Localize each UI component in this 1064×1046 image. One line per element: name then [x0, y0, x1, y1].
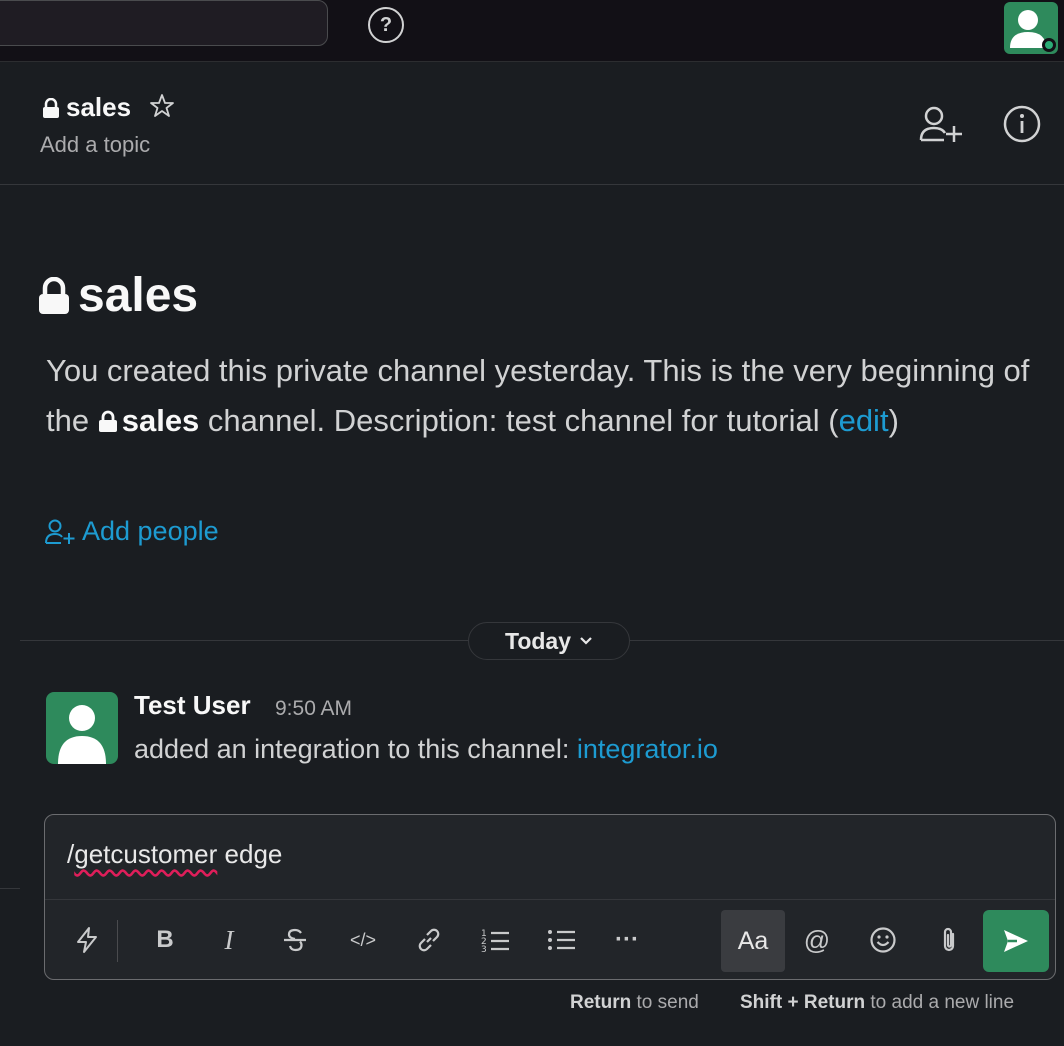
message-avatar[interactable]	[46, 692, 118, 764]
strikethrough-button[interactable]	[273, 918, 317, 962]
link-button[interactable]	[407, 918, 451, 962]
day-divider-line	[20, 640, 470, 641]
lock-icon	[43, 97, 59, 118]
send-hint: Return to send	[570, 992, 699, 1014]
channel-description: You created this private channel yesterd…	[46, 346, 1036, 446]
emoji-icon	[870, 927, 896, 953]
paperclip-icon	[943, 927, 955, 952]
channel-name: sales	[66, 92, 132, 122]
ordered-list-icon: 1 2 3	[481, 929, 509, 954]
channel-header	[0, 62, 1064, 185]
at-icon: @	[803, 924, 831, 955]
divider	[0, 888, 20, 889]
day-divider-label: Today	[504, 627, 572, 654]
mention-button[interactable]: @	[795, 918, 839, 962]
user-avatar-button[interactable]	[1004, 2, 1058, 54]
message-text: added an integration to this channel:	[134, 734, 577, 764]
day-divider-button[interactable]: Today	[468, 622, 630, 660]
description-text: )	[888, 403, 899, 438]
bullet-list-button[interactable]	[539, 918, 583, 962]
search-input[interactable]	[0, 0, 328, 46]
more-formatting-button[interactable]: ···	[605, 918, 649, 962]
shortcuts-button[interactable]	[65, 918, 109, 962]
toolbar-separator	[117, 920, 118, 962]
presence-indicator	[1042, 38, 1056, 52]
message-input[interactable]: /getcustomer edge	[67, 839, 282, 870]
link-icon	[418, 928, 440, 952]
hint-text: to send	[631, 992, 699, 1013]
add-people-label: Add people	[82, 516, 219, 546]
formatting-toggle-button[interactable]: Aa	[721, 910, 785, 972]
emoji-button[interactable]	[861, 918, 905, 962]
add-person-icon	[45, 519, 75, 544]
user-avatar-icon	[58, 705, 106, 764]
description-text: channel. Description: test channel for t…	[199, 403, 839, 438]
top-bar: ?	[0, 0, 1064, 62]
star-icon[interactable]	[148, 92, 176, 120]
add-member-icon[interactable]	[918, 104, 964, 146]
integration-link[interactable]: integrator.io	[577, 734, 718, 764]
channel-intro-title: sales	[38, 268, 198, 323]
channel-name-button[interactable]: sales	[42, 92, 131, 123]
send-button[interactable]	[983, 910, 1049, 972]
lock-icon	[98, 410, 117, 432]
channel-intro-name: sales	[78, 269, 199, 322]
more-icon: ···	[615, 926, 639, 953]
svg-text:3: 3	[481, 945, 487, 954]
help-icon: ?	[379, 13, 393, 36]
info-icon[interactable]	[1002, 104, 1042, 144]
add-topic-link[interactable]: Add a topic	[40, 132, 150, 158]
italic-icon: I	[224, 924, 234, 955]
italic-button[interactable]: I	[207, 918, 251, 962]
composer-toolbar: B I </> 1 2 3 ··· Aa @	[45, 899, 1055, 979]
lock-icon	[39, 276, 69, 314]
add-people-link[interactable]: Add people	[44, 516, 219, 547]
edit-description-link[interactable]: edit	[839, 403, 889, 438]
code-button[interactable]: </>	[341, 918, 385, 962]
code-icon: </>	[349, 929, 377, 950]
newline-hint: Shift + Return to add a new line	[740, 992, 1014, 1014]
bold-button[interactable]: B	[143, 918, 187, 962]
chevron-down-icon	[580, 637, 592, 645]
message-body: added an integration to this channel: in…	[134, 734, 718, 765]
hint-text: to add a new line	[865, 992, 1015, 1013]
message-author[interactable]: Test User	[134, 690, 251, 721]
lightning-icon	[77, 927, 97, 953]
description-channel-name: sales	[121, 403, 200, 438]
text-format-icon: Aa	[737, 926, 769, 955]
bold-icon: B	[156, 926, 174, 953]
ordered-list-button[interactable]: 1 2 3	[473, 918, 517, 962]
day-divider-line	[628, 640, 1064, 641]
attach-button[interactable]	[927, 918, 971, 962]
input-text: edge	[217, 839, 283, 869]
strikethrough-icon	[284, 928, 306, 952]
message-timestamp[interactable]: 9:50 AM	[275, 697, 352, 721]
send-icon	[1004, 930, 1028, 952]
bullet-list-icon	[548, 930, 575, 950]
hint-key: Return	[570, 992, 632, 1013]
help-button[interactable]: ?	[368, 7, 404, 43]
misspelled-word: getcustomer	[74, 839, 218, 869]
hint-key: Shift + Return	[740, 992, 866, 1013]
message-composer: /getcustomer edge B I </> 1 2 3 ··· Aa @	[44, 814, 1056, 980]
